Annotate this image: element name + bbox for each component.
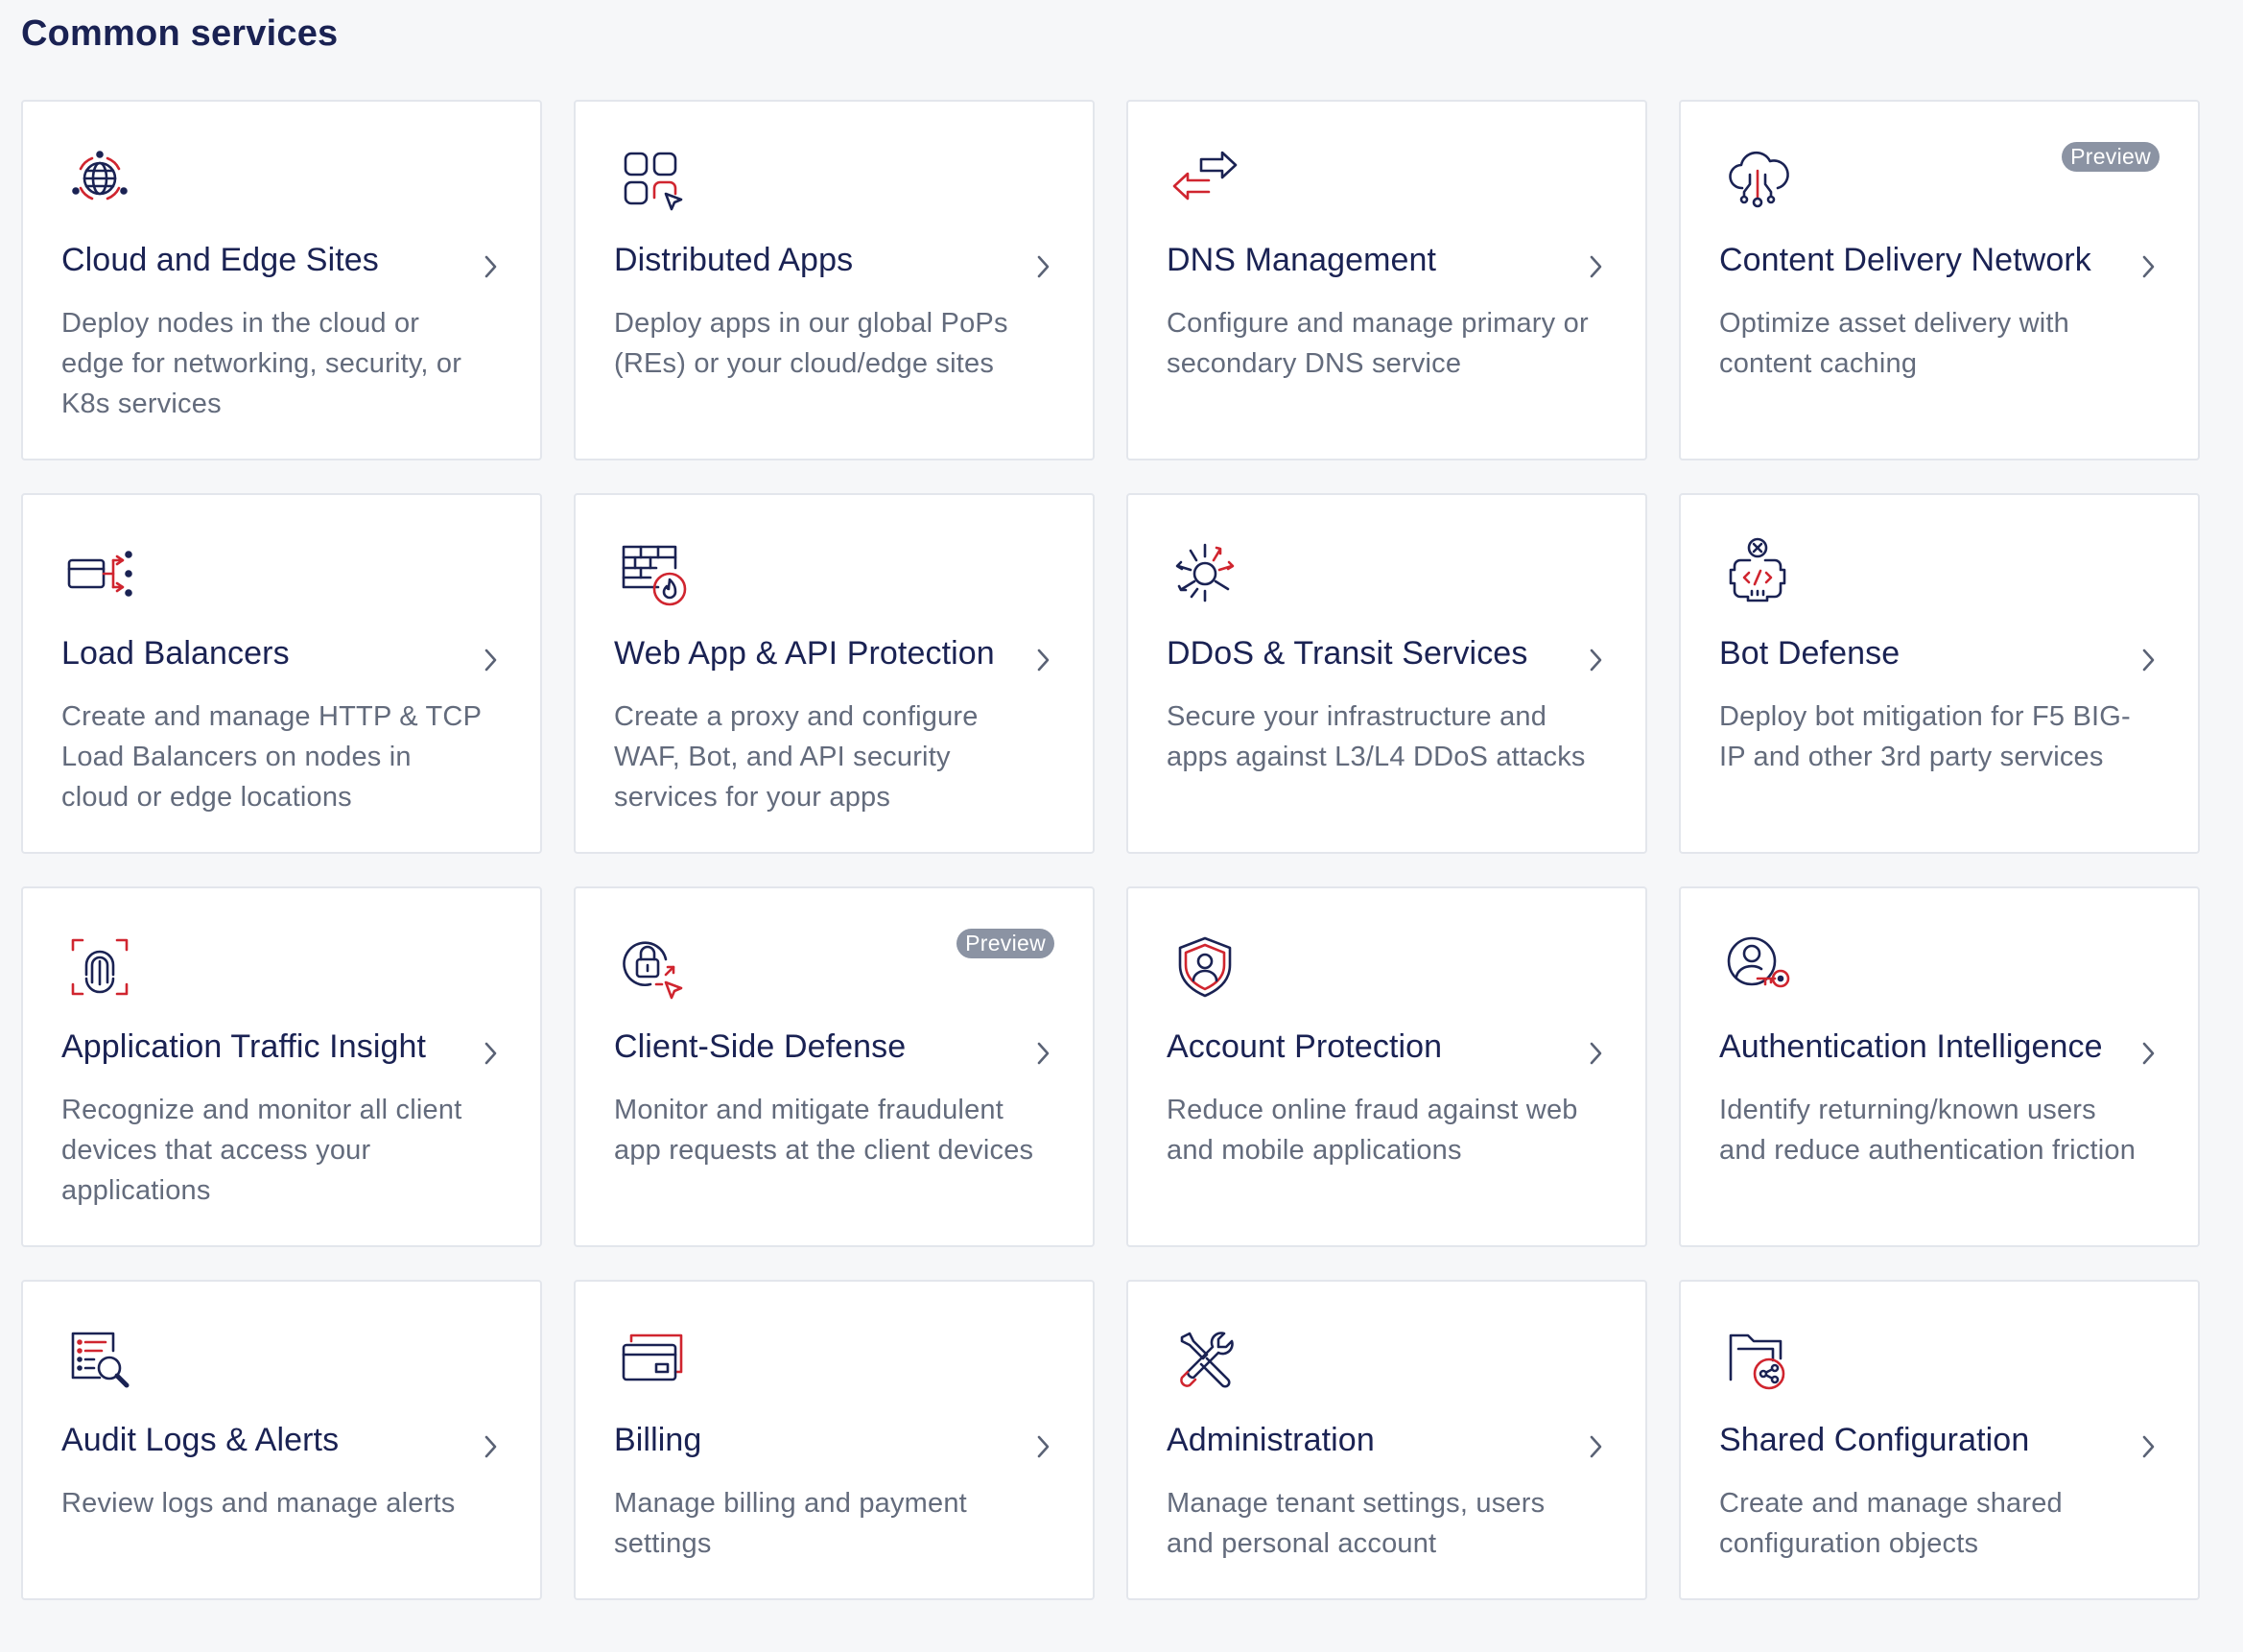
ddos-burst-icon: [1165, 533, 1245, 614]
card-title: Bot Defense: [1719, 635, 1901, 672]
card-description: Deploy nodes in the cloud or edge for ne…: [61, 308, 462, 419]
service-card-content-delivery-network[interactable]: Preview Content Delivery Network Optimiz…: [1679, 100, 2200, 460]
chevron-right-icon: [2137, 252, 2160, 281]
fingerprint-icon: [59, 927, 140, 1007]
globe-network-icon: [59, 140, 140, 221]
card-title: Web App & API Protection: [614, 635, 995, 672]
credit-card-icon: [612, 1320, 693, 1401]
shield-user-icon: [1165, 927, 1245, 1007]
card-title: Billing: [614, 1422, 702, 1458]
card-title: Content Delivery Network: [1719, 242, 2091, 278]
preview-badge: Preview: [2062, 142, 2160, 172]
services-grid: Cloud and Edge Sites Deploy nodes in the…: [21, 100, 2200, 1600]
chevron-right-icon: [1584, 252, 1607, 281]
chevron-right-icon: [1031, 1432, 1054, 1461]
card-title: DNS Management: [1167, 242, 1437, 278]
user-key-icon: [1717, 927, 1798, 1007]
service-card-web-app-api-protection[interactable]: Web App & API Protection Create a proxy …: [574, 493, 1095, 854]
service-card-authentication-intelligence[interactable]: Authentication Intelligence Identify ret…: [1679, 886, 2200, 1247]
service-card-cloud-edge-sites[interactable]: Cloud and Edge Sites Deploy nodes in the…: [21, 100, 542, 460]
chevron-right-icon: [1031, 646, 1054, 674]
chevron-right-icon: [1031, 1039, 1054, 1068]
chevron-right-icon: [479, 1039, 502, 1068]
card-description: Identify returning/known users and reduc…: [1719, 1095, 2137, 1166]
chevron-right-icon: [479, 252, 502, 281]
chevron-right-icon: [1031, 252, 1054, 281]
card-title: Authentication Intelligence: [1719, 1028, 2103, 1065]
card-title: DDoS & Transit Services: [1167, 635, 1528, 672]
card-description: Deploy bot mitigation for F5 BIG-IP and …: [1719, 701, 2131, 772]
preview-badge: Preview: [956, 929, 1054, 958]
chevron-right-icon: [1584, 1039, 1607, 1068]
chevron-right-icon: [479, 646, 502, 674]
tools-icon: [1165, 1320, 1245, 1401]
service-card-distributed-apps[interactable]: Distributed Apps Deploy apps in our glob…: [574, 100, 1095, 460]
card-description: Optimize asset delivery with content cac…: [1719, 308, 2069, 379]
card-title: Audit Logs & Alerts: [61, 1422, 340, 1458]
bot-icon: [1717, 533, 1798, 614]
chevron-right-icon: [2137, 646, 2160, 674]
service-card-load-balancers[interactable]: Load Balancers Create and manage HTTP & …: [21, 493, 542, 854]
service-card-shared-configuration[interactable]: Shared Configuration Create and manage s…: [1679, 1280, 2200, 1600]
card-description: Monitor and mitigate fraudulent app requ…: [614, 1095, 1034, 1166]
card-description: Configure and manage primary or secondar…: [1167, 308, 1589, 379]
service-card-audit-logs-alerts[interactable]: Audit Logs & Alerts Review logs and mana…: [21, 1280, 542, 1600]
client-lock-icon: [612, 927, 693, 1007]
card-description: Review logs and manage alerts: [61, 1488, 456, 1519]
card-description: Manage billing and payment settings: [614, 1488, 967, 1559]
dns-arrows-icon: [1165, 140, 1245, 221]
load-balancer-icon: [59, 533, 140, 614]
service-card-account-protection[interactable]: Account Protection Reduce online fraud a…: [1126, 886, 1647, 1247]
service-card-administration[interactable]: Administration Manage tenant settings, u…: [1126, 1280, 1647, 1600]
page-title: Common services: [21, 13, 339, 54]
card-description: Reduce online fraud against web and mobi…: [1167, 1095, 1578, 1166]
firewall-icon: [612, 533, 693, 614]
card-description: Recognize and monitor all client devices…: [61, 1095, 462, 1206]
cloud-cdn-icon: [1717, 140, 1798, 221]
chevron-right-icon: [2137, 1432, 2160, 1461]
card-title: Account Protection: [1167, 1028, 1443, 1065]
card-description: Create and manage shared configuration o…: [1719, 1488, 2063, 1559]
card-title: Load Balancers: [61, 635, 290, 672]
service-card-dns-management[interactable]: DNS Management Configure and manage prim…: [1126, 100, 1647, 460]
chevron-right-icon: [1584, 1432, 1607, 1461]
service-card-bot-defense[interactable]: Bot Defense Deploy bot mitigation for F5…: [1679, 493, 2200, 854]
service-card-billing[interactable]: Billing Manage billing and payment setti…: [574, 1280, 1095, 1600]
card-title: Client-Side Defense: [614, 1028, 907, 1065]
card-description: Deploy apps in our global PoPs (REs) or …: [614, 308, 1008, 379]
service-card-application-traffic-insight[interactable]: Application Traffic Insight Recognize an…: [21, 886, 542, 1247]
card-description: Create and manage HTTP & TCP Load Balanc…: [61, 701, 482, 813]
service-card-client-side-defense[interactable]: Preview Client-Side Defense Monitor and …: [574, 886, 1095, 1247]
chevron-right-icon: [2137, 1039, 2160, 1068]
shared-folder-icon: [1717, 1320, 1798, 1401]
card-description: Manage tenant settings, users and person…: [1167, 1488, 1546, 1559]
card-title: Application Traffic Insight: [61, 1028, 427, 1065]
chevron-right-icon: [1584, 646, 1607, 674]
chevron-right-icon: [479, 1432, 502, 1461]
distributed-apps-icon: [612, 140, 693, 221]
audit-search-icon: [59, 1320, 140, 1401]
card-title: Administration: [1167, 1422, 1375, 1458]
card-title: Shared Configuration: [1719, 1422, 2030, 1458]
service-card-ddos-transit-services[interactable]: DDoS & Transit Services Secure your infr…: [1126, 493, 1647, 854]
card-description: Create a proxy and configure WAF, Bot, a…: [614, 701, 979, 813]
card-description: Secure your infrastructure and apps agai…: [1167, 701, 1586, 772]
card-title: Distributed Apps: [614, 242, 854, 278]
card-title: Cloud and Edge Sites: [61, 242, 379, 278]
